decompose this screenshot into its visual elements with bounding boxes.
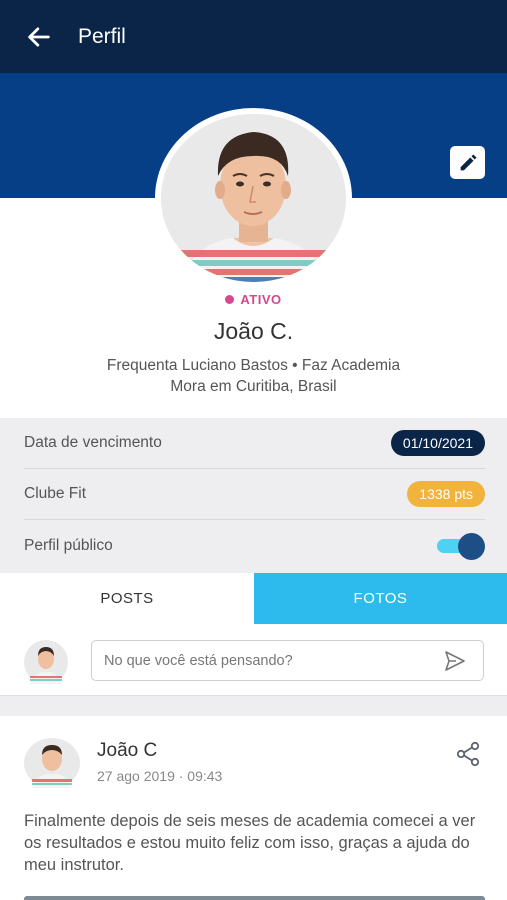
detail-row-clube-fit: Clube Fit 1338 pts xyxy=(24,469,485,520)
arrow-left-icon xyxy=(28,26,50,47)
app-bar: Perfil xyxy=(0,0,507,73)
profile-name: João C. xyxy=(213,318,294,344)
edit-profile-button[interactable] xyxy=(450,146,485,179)
post-author-avatar[interactable] xyxy=(24,738,80,788)
status-dot xyxy=(225,295,235,304)
profile-avatar[interactable] xyxy=(155,108,352,288)
profile-info-location: Mora em Curitiba, Brasil xyxy=(170,378,337,395)
back-button[interactable] xyxy=(0,0,80,73)
status-label: ATIVO xyxy=(240,292,282,307)
tab-posts[interactable]: POSTS xyxy=(0,573,254,624)
pencil-icon xyxy=(460,153,477,170)
public-profile-label: Perfil público xyxy=(24,536,113,554)
public-profile-toggle[interactable] xyxy=(437,532,485,560)
detail-row-public-profile: Perfil público xyxy=(24,520,485,571)
post-image[interactable] xyxy=(24,896,485,900)
status-badge: ATIVO xyxy=(0,292,507,307)
send-icon[interactable] xyxy=(443,650,467,672)
points-badge: 1338 pts xyxy=(407,481,485,507)
share-icon[interactable] xyxy=(455,741,481,767)
post-input-placeholder: No que você está pensando? xyxy=(104,652,293,669)
toggle-knob xyxy=(458,532,485,560)
clube-fit-label: Clube Fit xyxy=(24,485,87,502)
page-title: Perfil xyxy=(78,24,126,48)
detail-row-expiration: Data de vencimento 01/10/2021 xyxy=(24,418,485,469)
profile-details: Data de vencimento 01/10/2021 Clube Fit … xyxy=(0,418,507,573)
profile-info-gym: Frequenta Luciano Bastos • Faz Academia xyxy=(106,357,401,374)
avatar-photo xyxy=(161,114,346,282)
avatar xyxy=(24,640,68,684)
expiration-date-badge: 01/10/2021 xyxy=(390,430,485,456)
post-card: João C 27 ago 2019 · 09:43 Finalmente de… xyxy=(0,716,507,900)
expiration-label: Data de vencimento xyxy=(24,434,162,451)
tab-fotos[interactable]: FOTOS xyxy=(254,573,507,624)
post-timestamp: 27 ago 2019 · 09:43 xyxy=(97,768,223,784)
profile-tabs: POSTS FOTOS xyxy=(0,573,507,624)
section-divider xyxy=(0,696,507,716)
post-author-name[interactable]: João C xyxy=(97,740,157,762)
post-text: Finalmente depois de seis meses de acade… xyxy=(24,812,476,874)
post-composer: No que você está pensando? xyxy=(0,624,507,696)
post-input[interactable]: No que você está pensando? xyxy=(91,640,484,681)
